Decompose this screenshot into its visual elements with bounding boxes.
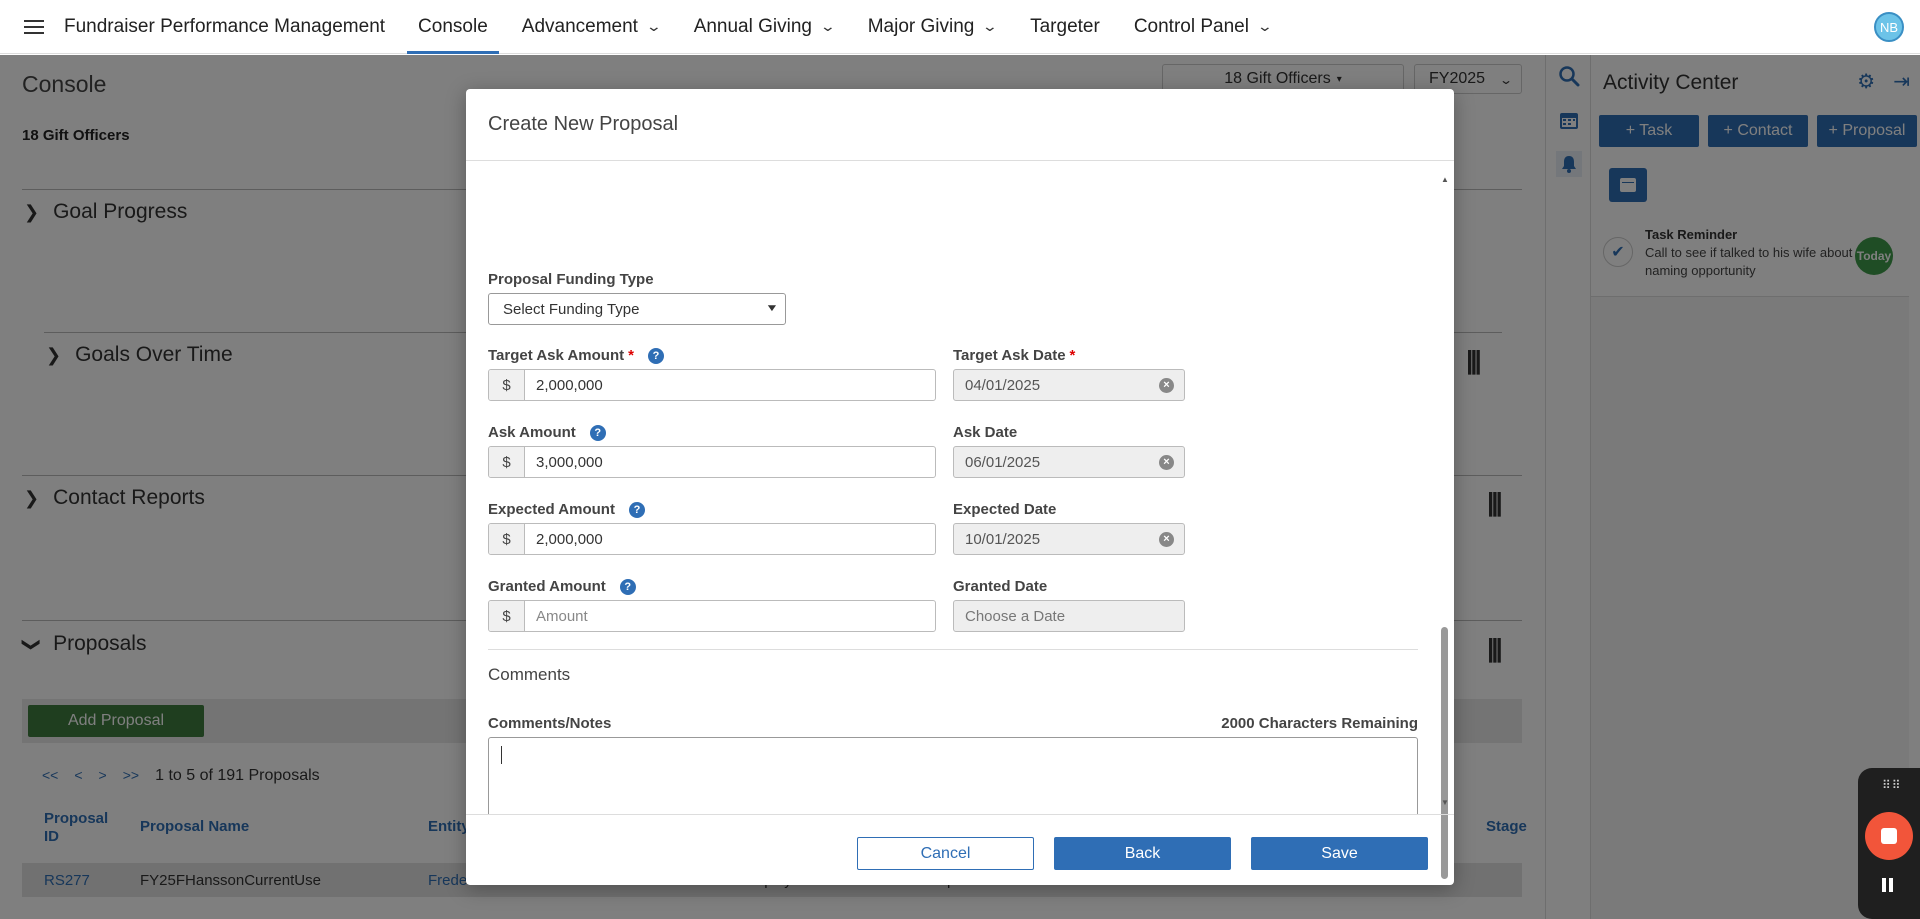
currency-prefix: $ xyxy=(489,524,525,554)
chevron-down-icon: ⌄ xyxy=(1256,18,1274,34)
characters-remaining: 2000 Characters Remaining xyxy=(1221,715,1418,732)
ask-date-label: Ask Date xyxy=(953,424,1018,441)
target-ask-date-label-text: Target Ask Date xyxy=(953,347,1066,364)
screen-recorder-widget: ⠿⠿ xyxy=(1858,768,1920,919)
dialog-footer: Cancel Back Save xyxy=(466,814,1454,885)
funding-type-label: Proposal Funding Type xyxy=(488,271,654,288)
help-icon[interactable]: ? xyxy=(619,579,636,595)
nav-console[interactable]: Console xyxy=(407,0,499,54)
scroll-down-arrow-icon[interactable]: ▼ xyxy=(1441,798,1449,807)
comments-textarea[interactable] xyxy=(488,737,1418,814)
funding-type-select[interactable]: Select Funding Type ▼ xyxy=(488,293,786,325)
ask-amount-value[interactable]: 3,000,000 xyxy=(525,447,935,477)
target-ask-date-label: Target Ask Date * xyxy=(953,347,1075,364)
granted-date-placeholder: Choose a Date xyxy=(965,607,1066,625)
granted-date-label: Granted Date xyxy=(953,578,1048,595)
text-caret xyxy=(501,746,502,764)
nav-console-label: Console xyxy=(418,15,488,37)
save-button[interactable]: Save xyxy=(1251,837,1428,870)
stop-recording-button[interactable] xyxy=(1865,812,1913,860)
ask-date-value: 06/01/2025 xyxy=(965,453,1041,471)
expected-amount-label-text: Expected Amount xyxy=(488,501,615,518)
comments-heading: Comments xyxy=(488,665,571,684)
dialog-body: Proposal Funding Type Select Funding Typ… xyxy=(466,161,1454,814)
target-ask-date-value: 04/01/2025 xyxy=(965,376,1041,394)
app-brand[interactable]: Fundraiser Performance Management xyxy=(64,16,385,38)
pause-icon[interactable] xyxy=(1882,878,1893,892)
nav-control-panel[interactable]: Control Panel ⌄ xyxy=(1123,0,1282,54)
required-asterisk: * xyxy=(628,347,634,364)
nav-annual-giving-label: Annual Giving xyxy=(693,15,812,37)
currency-prefix: $ xyxy=(489,370,525,400)
create-proposal-dialog: Create New Proposal Proposal Funding Typ… xyxy=(466,89,1454,885)
top-nav: Fundraiser Performance Management Consol… xyxy=(0,0,1920,54)
ask-date-field[interactable]: 06/01/2025 × xyxy=(953,446,1185,478)
ask-amount-label: Ask Amount? xyxy=(488,424,606,441)
expected-amount-field[interactable]: $ 2,000,000 xyxy=(488,523,936,555)
help-icon[interactable]: ? xyxy=(628,502,645,518)
nav-targeter-label: Targeter xyxy=(1030,15,1100,37)
divider xyxy=(488,649,1418,650)
dialog-header: Create New Proposal xyxy=(466,89,1454,161)
granted-amount-input[interactable]: Amount xyxy=(525,601,935,631)
required-asterisk: * xyxy=(1069,347,1076,364)
target-ask-amount-field[interactable]: $ 2,000,000 xyxy=(488,369,936,401)
chevron-down-icon: ▼ xyxy=(765,303,779,314)
target-ask-amount-value[interactable]: 2,000,000 xyxy=(525,370,935,400)
ask-amount-field[interactable]: $ 3,000,000 xyxy=(488,446,936,478)
clear-date-icon[interactable]: × xyxy=(1159,378,1174,393)
expected-amount-label: Expected Amount? xyxy=(488,501,645,518)
help-icon[interactable]: ? xyxy=(589,425,606,441)
expected-date-value: 10/01/2025 xyxy=(965,530,1041,548)
stop-icon xyxy=(1881,828,1897,844)
nav-major-giving-label: Major Giving xyxy=(867,15,975,37)
hamburger-menu-icon[interactable] xyxy=(24,19,44,34)
scroll-up-arrow-icon[interactable]: ▲ xyxy=(1441,175,1449,184)
dialog-title: Create New Proposal xyxy=(488,113,679,135)
nav-annual-giving[interactable]: Annual Giving ⌄ xyxy=(683,0,845,54)
nav-control-panel-label: Control Panel xyxy=(1133,15,1249,37)
nav-targeter[interactable]: Targeter xyxy=(1019,0,1111,54)
help-icon[interactable]: ? xyxy=(647,348,664,364)
target-ask-amount-label: Target Ask Amount *? xyxy=(488,347,664,364)
comments-label: Comments/Notes xyxy=(488,715,612,732)
cancel-button[interactable]: Cancel xyxy=(857,837,1034,870)
clear-date-icon[interactable]: × xyxy=(1159,532,1174,547)
dialog-scrollbar[interactable]: ▲ ▼ xyxy=(1438,175,1450,879)
currency-prefix: $ xyxy=(489,601,525,631)
chevron-down-icon: ⌄ xyxy=(819,18,837,34)
chevron-down-icon: ⌄ xyxy=(982,18,999,34)
granted-amount-label: Granted Amount? xyxy=(488,578,636,595)
clear-date-icon[interactable]: × xyxy=(1159,455,1174,470)
chevron-down-icon: ⌄ xyxy=(645,18,663,34)
nav-advancement[interactable]: Advancement ⌄ xyxy=(511,0,671,54)
target-ask-date-field[interactable]: 04/01/2025 × xyxy=(953,369,1185,401)
granted-amount-label-text: Granted Amount xyxy=(488,578,606,595)
target-ask-amount-label-text: Target Ask Amount xyxy=(488,347,625,364)
expected-date-field[interactable]: 10/01/2025 × xyxy=(953,523,1185,555)
nav-advancement-label: Advancement xyxy=(521,15,638,37)
funding-type-value: Select Funding Type xyxy=(503,300,640,318)
user-avatar[interactable]: NB xyxy=(1874,12,1904,42)
nav-major-giving[interactable]: Major Giving ⌄ xyxy=(857,0,1007,54)
drag-handle-icon[interactable]: ⠿⠿ xyxy=(1882,778,1902,792)
ask-amount-label-text: Ask Amount xyxy=(488,424,576,441)
expected-amount-value[interactable]: 2,000,000 xyxy=(525,524,935,554)
expected-date-label: Expected Date xyxy=(953,501,1057,518)
granted-date-field[interactable]: Choose a Date xyxy=(953,600,1185,632)
back-button[interactable]: Back xyxy=(1054,837,1231,870)
currency-prefix: $ xyxy=(489,447,525,477)
granted-amount-field[interactable]: $ Amount xyxy=(488,600,936,632)
